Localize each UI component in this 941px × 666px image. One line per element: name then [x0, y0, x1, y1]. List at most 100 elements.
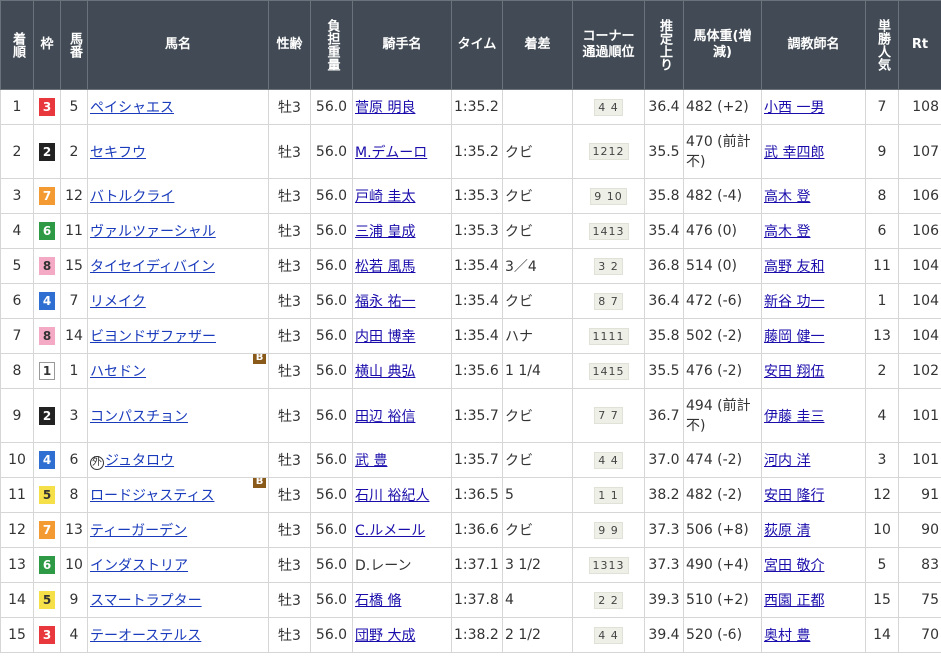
agari-cell: 35.4	[644, 213, 684, 249]
time-cell: 1:35.4	[451, 318, 503, 354]
header-margin: 着差	[502, 0, 573, 90]
jockey-name-link[interactable]: 福永 祐一	[355, 294, 415, 310]
waku-cell: 5	[33, 477, 61, 513]
blinker-icon: B	[253, 478, 266, 488]
jockey-cell: 田辺 裕信	[352, 388, 452, 443]
horse-number-cell: 11	[60, 213, 88, 249]
horse-name-link[interactable]: ビヨンドザファザー	[90, 329, 216, 345]
jockey-name-link[interactable]: 松若 風馬	[355, 259, 415, 275]
horse-number-cell: 12	[60, 178, 88, 214]
trainer-name-link[interactable]: 宮田 敬介	[764, 558, 824, 574]
jockey-name-link[interactable]: 武 豊	[355, 453, 387, 469]
corner-positions: 9 9	[594, 521, 623, 539]
jockey-name-link[interactable]: 団野 大成	[355, 628, 415, 644]
rating-cell: 104	[898, 318, 941, 354]
header-weight: 馬体重(増減)	[683, 0, 762, 90]
horse-name-link[interactable]: コンパスチョン	[90, 409, 188, 425]
sex-age-cell: 牡3	[268, 178, 311, 214]
horse-name-link[interactable]: ティーガーデン	[90, 523, 187, 539]
time-cell: 1:35.3	[451, 213, 503, 249]
body-weight-cell: 482 (-4)	[683, 178, 762, 214]
horse-number-cell: 8	[60, 477, 88, 513]
trainer-name-link[interactable]: 安田 隆行	[764, 488, 824, 504]
corner-cell: 7 7	[572, 388, 645, 443]
trainer-name-link[interactable]: 奥村 豊	[764, 628, 810, 644]
trainer-name-link[interactable]: 荻原 清	[764, 523, 810, 539]
popularity-cell: 10	[865, 512, 899, 548]
horse-name-cell: リメイク	[87, 283, 269, 319]
waku-cell: 8	[33, 248, 61, 284]
jockey-name-link[interactable]: 石橋 脩	[355, 593, 401, 609]
header-agari: 推定上り	[644, 0, 684, 90]
jockey-name: D.レーン	[355, 558, 412, 574]
horse-name-link[interactable]: ジュタロウ	[105, 453, 174, 469]
trainer-name-link[interactable]: 新谷 功一	[764, 294, 824, 310]
load-weight-cell: 56.0	[310, 442, 353, 478]
trainer-name-link[interactable]: 高木 登	[764, 189, 810, 205]
trainer-name-link[interactable]: 伊藤 圭三	[764, 409, 824, 425]
header-load: 負担重量	[310, 0, 353, 90]
popularity-cell: 1	[865, 283, 899, 319]
time-cell: 1:36.5	[451, 477, 503, 513]
trainer-cell: 西園 正都	[761, 582, 866, 618]
trainer-name-link[interactable]: 河内 洋	[764, 453, 810, 469]
rating-cell: 90	[898, 512, 941, 548]
trainer-name-link[interactable]: 小西 一男	[764, 100, 824, 116]
jockey-cell: 石川 裕紀人	[352, 477, 452, 513]
time-cell: 1:35.4	[451, 283, 503, 319]
trainer-name-link[interactable]: 藤岡 健一	[764, 329, 824, 345]
rank-cell: 13	[0, 547, 34, 583]
popularity-cell: 6	[865, 213, 899, 249]
jockey-name-link[interactable]: C.ルメール	[355, 523, 425, 539]
horse-name-link[interactable]: リメイク	[90, 294, 146, 310]
horse-name-link[interactable]: タイセイディバイン	[90, 259, 215, 275]
horse-name-cell: スマートラプター	[87, 582, 269, 618]
jockey-name-link[interactable]: 石川 裕紀人	[355, 488, 429, 504]
horse-name-link[interactable]: ペイシャエス	[90, 100, 174, 116]
horse-name-link[interactable]: バトルクライ	[90, 189, 174, 205]
load-weight-cell: 56.0	[310, 388, 353, 443]
jockey-cell: 菅原 明良	[352, 89, 452, 125]
waku-badge: 1	[39, 362, 55, 380]
horse-name-link[interactable]: スマートラプター	[90, 593, 202, 609]
trainer-cell: 荻原 清	[761, 512, 866, 548]
horse-name-cell: 外ジュタロウ	[87, 442, 269, 478]
corner-cell: 9 9	[572, 512, 645, 548]
body-weight-cell: 470 (前計不)	[683, 124, 762, 179]
horse-name-cell: ヴァルツァーシャル	[87, 213, 269, 249]
jockey-cell: 松若 風馬	[352, 248, 452, 284]
trainer-name-link[interactable]: 安田 翔伍	[764, 364, 824, 380]
trainer-name-link[interactable]: 西園 正都	[764, 593, 824, 609]
jockey-name-link[interactable]: 横山 典弘	[355, 364, 415, 380]
jockey-cell: 石橋 脩	[352, 582, 452, 618]
agari-cell: 35.8	[644, 178, 684, 214]
jockey-cell: C.ルメール	[352, 512, 452, 548]
horse-name-link[interactable]: インダストリア	[90, 558, 188, 574]
time-cell: 1:35.6	[451, 353, 503, 389]
margin-cell: クビ	[502, 213, 573, 249]
horse-name-link[interactable]: セキフウ	[90, 145, 146, 161]
jockey-name-link[interactable]: 田辺 裕信	[355, 409, 415, 425]
blinker-icon: B	[253, 354, 266, 364]
horse-name-link[interactable]: ハセドン	[90, 364, 146, 380]
trainer-cell: 宮田 敬介	[761, 547, 866, 583]
jockey-name-link[interactable]: 戸崎 圭太	[355, 189, 415, 205]
trainer-cell: 安田 隆行	[761, 477, 866, 513]
horse-number-cell: 13	[60, 512, 88, 548]
waku-cell: 7	[33, 512, 61, 548]
jockey-name-link[interactable]: 三浦 皇成	[355, 224, 415, 240]
rank-cell: 12	[0, 512, 34, 548]
trainer-name-link[interactable]: 武 幸四郎	[764, 145, 824, 161]
waku-cell: 5	[33, 582, 61, 618]
corner-positions: 9 10	[590, 187, 627, 205]
jockey-name-link[interactable]: M.デムーロ	[355, 145, 427, 161]
waku-cell: 7	[33, 178, 61, 214]
jockey-name-link[interactable]: 菅原 明良	[355, 100, 415, 116]
horse-name-link[interactable]: テーオーステルス	[90, 628, 201, 644]
jockey-name-link[interactable]: 内田 博幸	[355, 329, 415, 345]
horse-name-link[interactable]: ヴァルツァーシャル	[90, 224, 216, 240]
trainer-name-link[interactable]: 高野 友和	[764, 259, 824, 275]
jockey-cell: 戸崎 圭太	[352, 178, 452, 214]
horse-name-link[interactable]: ロードジャスティス	[90, 488, 214, 504]
trainer-name-link[interactable]: 高木 登	[764, 224, 810, 240]
